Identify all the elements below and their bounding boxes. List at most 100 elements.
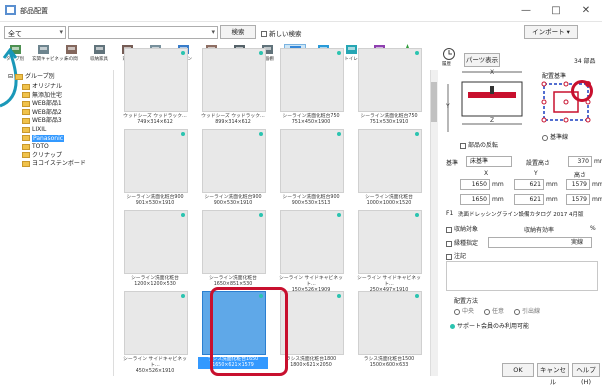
border-select[interactable]: 実線 bbox=[488, 237, 592, 248]
part-thumbnail bbox=[358, 48, 422, 112]
y-input-2[interactable]: 621 bbox=[514, 194, 544, 205]
support-text: サポート会員のみ利用可能 bbox=[457, 323, 530, 330]
placement-base-label: 配置基準 bbox=[542, 73, 567, 80]
storage-rate-label: 収納有効率 bbox=[524, 227, 555, 234]
part-label: シーライン サイドキャビネット… 450×526×1910 bbox=[120, 357, 190, 375]
teal-dot-icon bbox=[415, 132, 419, 136]
part-tile[interactable]: シーライン サイドキャビネット… 450×526×1910 bbox=[120, 287, 190, 383]
search-bar: 全て ▾ ▾ 検索 新しい検索 インポート ▾ bbox=[0, 22, 602, 44]
tree-item[interactable]: ヨコイステンボード bbox=[22, 159, 86, 168]
y-input-1[interactable]: 621 bbox=[514, 179, 544, 190]
folder-icon bbox=[22, 135, 30, 142]
ref-label: 基準 bbox=[446, 160, 459, 167]
radio-circle bbox=[454, 308, 460, 315]
folder-icon bbox=[14, 73, 23, 80]
base-line-label: 基準線 bbox=[550, 134, 569, 141]
x-input-2[interactable]: 1650 bbox=[460, 194, 490, 205]
teal-dot-icon bbox=[415, 51, 419, 55]
new-search-checkbox[interactable]: 新しい検索 bbox=[261, 28, 302, 38]
placement-method-label: 配置方法 bbox=[454, 298, 479, 305]
part-thumbnail bbox=[124, 291, 188, 355]
part-name: シーライン洗面化粧台900 bbox=[282, 195, 340, 200]
storage-furniture-icon bbox=[93, 45, 105, 54]
teal-dot-icon bbox=[181, 213, 185, 217]
z-input-2[interactable]: 1579 bbox=[566, 194, 590, 205]
unit-label: mm bbox=[594, 158, 602, 165]
placement-snap-radio[interactable]: 引出線 bbox=[514, 306, 540, 315]
base-line-radio[interactable]: 基準線 bbox=[542, 132, 568, 141]
part-name: シーライン洗面化粧台 bbox=[365, 195, 413, 200]
note-label: 注記 bbox=[454, 253, 467, 260]
search-button[interactable]: 検索 bbox=[220, 25, 256, 39]
ok-button[interactable]: OK bbox=[502, 363, 534, 377]
parts-count: 34 部品 bbox=[574, 58, 596, 65]
category-select[interactable]: 全て ▾ bbox=[4, 26, 66, 39]
svg-text:Y: Y bbox=[445, 103, 450, 110]
dimension-diagram: X Y Z bbox=[445, 69, 523, 132]
teal-dot-icon bbox=[181, 51, 185, 55]
maximize-button[interactable]: □ bbox=[546, 4, 566, 18]
part-tile[interactable]: ラシス洗面化粧台1500 1500×600×633 bbox=[354, 287, 424, 383]
svg-text:X: X bbox=[490, 69, 494, 76]
note-textarea[interactable] bbox=[446, 261, 598, 291]
folder-icon bbox=[22, 117, 30, 124]
placement-center-radio[interactable]: 中央 bbox=[454, 306, 474, 315]
checkbox-box bbox=[261, 31, 267, 37]
unit-label: mm bbox=[592, 181, 602, 188]
grid-scrollbar-thumb[interactable] bbox=[431, 82, 437, 122]
parts-display-button[interactable]: パーツ表示 bbox=[464, 53, 500, 67]
checkbox-box bbox=[460, 142, 466, 149]
tree-item-label: WEB部品1 bbox=[32, 100, 62, 108]
part-name: シーライン洗面化粧台900 bbox=[126, 195, 184, 200]
z-label: 高さ bbox=[574, 172, 587, 179]
toolbar-item-3[interactable]: 収納家具 bbox=[88, 44, 110, 68]
tree-item-label: TOTO bbox=[32, 143, 49, 151]
part-thumbnail bbox=[280, 48, 344, 112]
title-bar: 部品配置 — □ ✕ bbox=[0, 0, 602, 22]
import-button[interactable]: インポート ▾ bbox=[524, 25, 578, 39]
part-thumbnail bbox=[280, 129, 344, 193]
toolbar-item-label: 床の間 bbox=[64, 57, 78, 62]
cancel-button[interactable]: キャンセル bbox=[537, 363, 569, 386]
tree-item-label: クリナップ bbox=[32, 151, 63, 159]
window-title: 部品配置 bbox=[20, 7, 48, 15]
z-input-1[interactable]: 1579 bbox=[566, 179, 590, 190]
checkbox-box bbox=[446, 226, 452, 233]
part-name: シーライン洗面化粧台 bbox=[131, 276, 179, 281]
teal-dot-icon bbox=[337, 213, 341, 217]
border-checkbox[interactable]: 縁種指定 bbox=[446, 238, 478, 247]
teal-dot-icon bbox=[337, 132, 341, 136]
tree-root[interactable]: ⊟ グループ別 bbox=[8, 72, 55, 81]
part-size: 450×526×1910 bbox=[135, 369, 175, 374]
note-checkbox[interactable]: 注記 bbox=[446, 251, 466, 260]
ref-select[interactable]: 床基準 bbox=[466, 156, 512, 167]
history-icon[interactable] bbox=[442, 47, 456, 61]
new-search-label: 新しい検索 bbox=[269, 30, 302, 38]
checkbox-box bbox=[446, 253, 452, 260]
part-name: ラシス洗面化粧台1800 bbox=[285, 357, 337, 362]
minimize-button[interactable]: — bbox=[516, 4, 536, 18]
tree-item-label: WEB部品2 bbox=[32, 108, 62, 116]
storage-target-checkbox[interactable]: 収納対象 bbox=[446, 224, 478, 233]
svg-text:Z: Z bbox=[490, 117, 494, 124]
toolbar-item-2[interactable]: 床の間 bbox=[60, 44, 82, 68]
help-button[interactable]: ヘルプ(H) bbox=[572, 363, 600, 386]
app-icon bbox=[5, 5, 16, 15]
reverse-label: 部品の反転 bbox=[468, 142, 499, 149]
close-button[interactable]: ✕ bbox=[576, 4, 596, 18]
chevron-down-icon: ▾ bbox=[59, 28, 63, 36]
x-input-1[interactable]: 1650 bbox=[460, 179, 490, 190]
folder-icon bbox=[22, 160, 30, 167]
tree-item-label: LIXIL bbox=[32, 126, 47, 133]
import-label: インポート bbox=[532, 28, 565, 36]
keyword-select[interactable]: ▾ bbox=[68, 26, 218, 39]
reverse-checkbox[interactable]: 部品の反転 bbox=[460, 140, 498, 149]
placement-any-radio[interactable]: 任意 bbox=[484, 306, 504, 315]
part-thumbnail bbox=[202, 210, 266, 274]
part-name: シーライン サイドキャビネット… bbox=[279, 276, 343, 287]
install-height-input[interactable]: 370 bbox=[568, 156, 592, 167]
folder-icon bbox=[22, 152, 30, 159]
history-label: 履歴 bbox=[442, 62, 451, 67]
teal-dot-icon bbox=[181, 294, 185, 298]
part-thumbnail bbox=[124, 48, 188, 112]
